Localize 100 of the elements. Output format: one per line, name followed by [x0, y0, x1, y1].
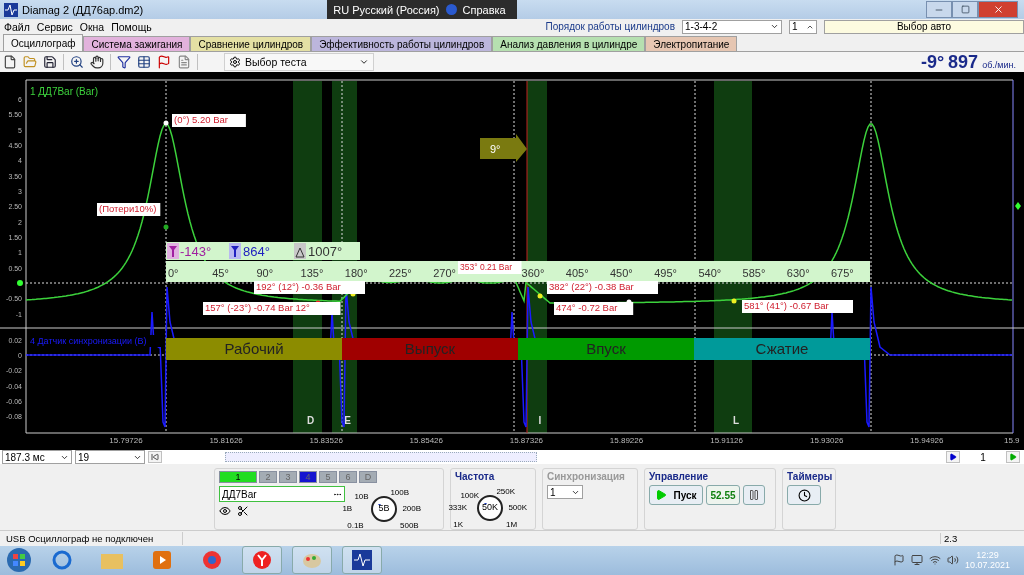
car-select[interactable]: Выбор авто [824, 19, 1024, 34]
table-icon[interactable] [137, 55, 151, 70]
hand-icon[interactable] [90, 55, 104, 70]
ring-icon[interactable] [52, 550, 72, 571]
zone-label: E [344, 415, 351, 427]
menu-item[interactable]: Сервис [36, 20, 73, 33]
scale-label: 1В [342, 504, 353, 514]
tab[interactable]: Эффективность работы цилиндров [311, 36, 493, 52]
scale-label: 200В [402, 504, 422, 514]
monitor-icon[interactable] [910, 554, 923, 567]
new-file-icon[interactable] [3, 55, 17, 70]
measurement-label: (0°) 5.20 Bar [172, 114, 246, 128]
volume-icon[interactable] [946, 554, 959, 567]
scale-label: 500K [508, 503, 528, 513]
start-button[interactable] [6, 547, 32, 574]
voltage-knob[interactable] [371, 496, 397, 523]
degree-label: 495° [654, 267, 677, 280]
scissors-icon[interactable] [237, 505, 249, 518]
channel-name-field[interactable]: ДД7Bar [219, 486, 345, 503]
phase-label: Рабочий [224, 340, 284, 358]
flag-icon[interactable] [157, 55, 171, 70]
help-icon [445, 4, 457, 15]
document-icon[interactable] [177, 55, 191, 70]
round-browser-icon[interactable] [202, 550, 222, 571]
group-title: Управление [649, 471, 710, 483]
tab[interactable]: Сравнение цилиндров [190, 36, 312, 52]
start-button[interactable]: Пуск [649, 485, 703, 506]
x-tick-label: 15.79726 [109, 436, 143, 446]
pause-button[interactable] [743, 485, 765, 506]
channel-button[interactable]: 1 [219, 471, 257, 484]
tab[interactable]: Система зажигания [83, 36, 191, 52]
scale-label: 100K [460, 491, 480, 501]
pause-icon[interactable] [748, 489, 760, 502]
test-select[interactable]: Выбор теста [224, 53, 374, 72]
measurement-label: (Потери10%) [97, 203, 161, 217]
scale-label: 0.1В [347, 521, 364, 531]
degree-label: 360° [521, 267, 545, 280]
scale-label: 1M [506, 520, 518, 530]
timebase-select[interactable]: 187.3 мс [2, 450, 72, 465]
taskbar-button[interactable] [342, 546, 382, 575]
degree-label: 450° [610, 267, 633, 280]
save-icon[interactable] [43, 55, 57, 70]
rpm-reading: 897 [948, 51, 979, 73]
tab[interactable]: Электропитание [645, 36, 738, 52]
scale-label: 1K [453, 520, 463, 530]
scale-label: 250K [496, 486, 516, 496]
x-tick-label: 15.91126 [710, 436, 743, 446]
language-bar[interactable]: RU Русский (Россия) Справка [327, 0, 518, 19]
scale-label: 10В [354, 492, 369, 502]
group-title: Таймеры [787, 471, 831, 483]
round-browser-icon[interactable] [252, 550, 272, 571]
phase-label: Впуск [586, 340, 626, 358]
scrollbar[interactable] [225, 452, 537, 463]
degree-label: 180° [344, 267, 368, 280]
cylinder-order-select[interactable]: 1-3-4-2 [682, 19, 782, 34]
sync-channel-select[interactable]: 1 [547, 485, 583, 500]
menu-item[interactable]: Файл [4, 20, 30, 33]
degree-label: 45° [212, 267, 229, 280]
open-folder-icon[interactable] [23, 55, 37, 70]
taskbar-button[interactable] [242, 546, 282, 575]
filter-icon[interactable] [117, 55, 131, 70]
delta-icon [294, 243, 306, 260]
eye-icon[interactable] [219, 505, 231, 518]
flag-icon[interactable] [892, 554, 905, 567]
app-icon [4, 2, 18, 17]
clock-icon[interactable] [797, 488, 811, 502]
zone-label: D [306, 415, 315, 427]
scale-label: 100В [390, 487, 410, 497]
cylinder-spinner[interactable]: 1 [789, 19, 817, 34]
tab[interactable]: Осциллограф [3, 34, 84, 52]
menu-item[interactable]: Помощь [111, 20, 152, 33]
x-tick-label: 15.81626 [209, 436, 243, 446]
curve-marker [163, 120, 169, 126]
count-select[interactable]: 19 [75, 450, 145, 465]
scale-label: 333K [448, 503, 468, 513]
scale-marker-icon [1015, 202, 1021, 211]
measurement-label: 382° (22°) -0.38 Bar [547, 281, 658, 295]
language-text: RU Русский (Россия) [333, 3, 440, 16]
zone-label: I [538, 415, 542, 427]
cursor-start-icon [167, 243, 179, 260]
maximize-icon[interactable] [960, 5, 970, 14]
close-icon[interactable] [992, 4, 1004, 15]
tab[interactable]: Анализ давления в цилиндре [492, 36, 646, 52]
cursor-start-value: -143° [180, 244, 212, 260]
cylinder-order-label: Порядок работы цилиндров [545, 21, 675, 33]
frequency-knob[interactable] [477, 495, 503, 522]
window-title: Diamag 2 (ДД76ар.dm2) [22, 3, 144, 16]
channel-zero-marker [17, 280, 23, 287]
waveform-icon[interactable] [352, 550, 372, 571]
gear-icon[interactable] [229, 56, 241, 69]
knob-value: 5В [377, 503, 391, 514]
x-tick-label: 15.83526 [309, 436, 343, 446]
curve-marker [537, 293, 543, 299]
measurement-label: 353° 0.21 Bar [458, 261, 522, 275]
degree-label: 585° [742, 267, 766, 280]
degree-label: 675° [831, 267, 854, 280]
timer-button[interactable] [787, 485, 821, 506]
menu-item[interactable]: Окна [79, 20, 105, 33]
zoom-in-icon[interactable] [70, 55, 84, 70]
media-player-icon[interactable] [153, 551, 171, 570]
